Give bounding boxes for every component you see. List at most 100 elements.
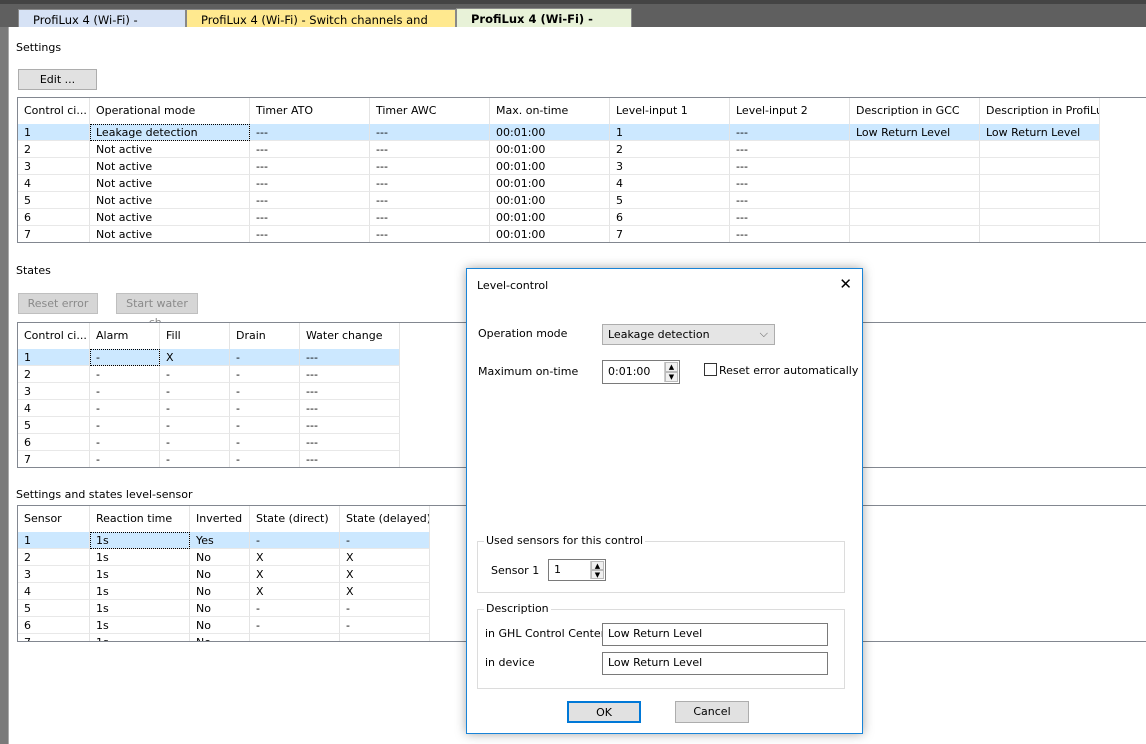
table-cell: --- [370, 141, 490, 158]
sensor1-spinner[interactable]: 1 ▲ ▼ [548, 559, 606, 581]
table-cell: --- [370, 175, 490, 192]
table-cell: 1s [90, 617, 190, 634]
table-cell: --- [370, 192, 490, 209]
column-header[interactable]: Max. on-time [490, 98, 610, 124]
gcc-description-label: in GHL Control Center [485, 627, 606, 640]
table-cell: --- [300, 366, 400, 383]
table-cell: - [90, 434, 160, 451]
column-header[interactable]: State (direct) [250, 506, 340, 532]
table-cell: 7 [18, 226, 90, 242]
table-cell: 1 [18, 349, 90, 366]
table-row[interactable]: 1 Leakage detection --- --- 00:01:00 1 --- Low … [18, 124, 1146, 141]
table-cell [850, 226, 980, 242]
spin-up-icon[interactable]: ▲ [665, 362, 678, 372]
column-header[interactable]: Timer AWC [370, 98, 490, 124]
settings-table[interactable]: Control ci... Operational mode Timer ATO Ti… [17, 97, 1146, 243]
edit-button[interactable]: Edit ... [18, 69, 97, 90]
column-header[interactable]: Description in ProfiLux [980, 98, 1100, 124]
table-cell: 7 [18, 634, 90, 641]
operation-mode-select[interactable]: Leakage detection ⌵ [602, 324, 775, 345]
description-group: Description in GHL Control Center Low Re… [477, 602, 845, 689]
table-cell: 4 [18, 400, 90, 417]
table-row[interactable]: 7 Not active --- --- 00:01:00 7 --- [18, 226, 1146, 242]
dialog-title: Level-control [477, 279, 549, 292]
table-cell: 1s [90, 634, 190, 641]
table-row[interactable]: 3 Not active --- --- 00:01:00 3 --- [18, 158, 1146, 175]
table-cell: --- [730, 192, 850, 209]
table-cell: Low Return Level [850, 124, 980, 141]
table-cell: 3 [18, 158, 90, 175]
table-cell: --- [730, 226, 850, 242]
spinner-value: 1 [554, 563, 561, 576]
spin-down-icon[interactable]: ▼ [665, 372, 678, 382]
column-header[interactable]: Sensor [18, 506, 90, 532]
column-header[interactable]: Timer ATO [250, 98, 370, 124]
column-header[interactable]: Level-input 2 [730, 98, 850, 124]
column-header[interactable]: Description in GCC [850, 98, 980, 124]
table-cell [980, 192, 1100, 209]
level-control-dialog: Level-control ✕ Operation mode Leakage d… [466, 268, 863, 734]
start-water-change-button[interactable]: Start water ch. [116, 293, 198, 329]
column-header[interactable]: Alarm [90, 323, 160, 349]
column-header[interactable]: Drain [230, 323, 300, 349]
table-cell: - [90, 400, 160, 417]
device-description-input[interactable]: Low Return Level [602, 652, 828, 675]
column-header[interactable]: Level-input 1 [610, 98, 730, 124]
column-header[interactable]: Control ci... [18, 98, 90, 124]
table-cell: - [340, 617, 430, 634]
table-cell: 1 [610, 124, 730, 141]
column-header[interactable]: Reaction time [90, 506, 190, 532]
table-row[interactable]: 5 Not active --- --- 00:01:00 5 --- [18, 192, 1146, 209]
table-cell: --- [250, 226, 370, 242]
gcc-description-input[interactable]: Low Return Level [602, 623, 828, 646]
ok-button[interactable]: OK [567, 701, 641, 723]
table-header[interactable]: Control ci... Operational mode Timer ATO Ti… [18, 98, 1146, 124]
table-cell [850, 175, 980, 192]
table-cell: --- [250, 158, 370, 175]
table-cell: - [250, 600, 340, 617]
table-cell: Not active [90, 192, 250, 209]
column-header[interactable]: Control ci... [18, 323, 90, 349]
table-cell: 7 [610, 226, 730, 242]
table-cell: - [90, 366, 160, 383]
table-cell [850, 209, 980, 226]
table-cell: - [160, 451, 230, 467]
table-cell: 00:01:00 [490, 192, 610, 209]
table-cell: --- [300, 349, 400, 366]
table-cell: 00:01:00 [490, 141, 610, 158]
table-cell: 6 [18, 209, 90, 226]
column-header[interactable]: Operational mode [90, 98, 250, 124]
spin-up-icon[interactable]: ▲ [591, 561, 604, 570]
table-cell: Not active [90, 209, 250, 226]
column-header[interactable]: Fill [160, 323, 230, 349]
table-cell: --- [300, 451, 400, 467]
reset-error-button[interactable]: Reset error [18, 293, 98, 314]
table-cell: --- [730, 209, 850, 226]
table-cell [850, 192, 980, 209]
table-cell: --- [250, 141, 370, 158]
table-cell [980, 226, 1100, 242]
table-cell: - [160, 366, 230, 383]
close-icon[interactable]: ✕ [839, 275, 852, 293]
table-cell: 3 [18, 566, 90, 583]
max-on-time-spinner[interactable]: 0:01:00 ▲ ▼ [602, 360, 680, 384]
table-row[interactable]: 2 Not active --- --- 00:01:00 2 --- [18, 141, 1146, 158]
table-cell: - [230, 451, 300, 467]
table-cell: 5 [18, 600, 90, 617]
cancel-button[interactable]: Cancel [675, 701, 749, 723]
column-header[interactable]: Inverted [190, 506, 250, 532]
spin-down-icon[interactable]: ▼ [591, 570, 604, 579]
table-row[interactable]: 6 Not active --- --- 00:01:00 6 --- [18, 209, 1146, 226]
column-header[interactable]: Water change [300, 323, 400, 349]
table-row[interactable]: 4 Not active --- --- 00:01:00 4 --- [18, 175, 1146, 192]
table-cell: Low Return Level [980, 124, 1100, 141]
states-heading: States [16, 264, 51, 277]
table-cell: --- [370, 158, 490, 175]
table-cell: --- [300, 417, 400, 434]
table-cell: 00:01:00 [490, 226, 610, 242]
table-cell: Not active [90, 175, 250, 192]
table-cell: - [250, 532, 340, 549]
reset-error-auto-checkbox[interactable] [704, 363, 717, 376]
table-cell: 00:01:00 [490, 175, 610, 192]
column-header[interactable]: State (delayed) [340, 506, 430, 532]
